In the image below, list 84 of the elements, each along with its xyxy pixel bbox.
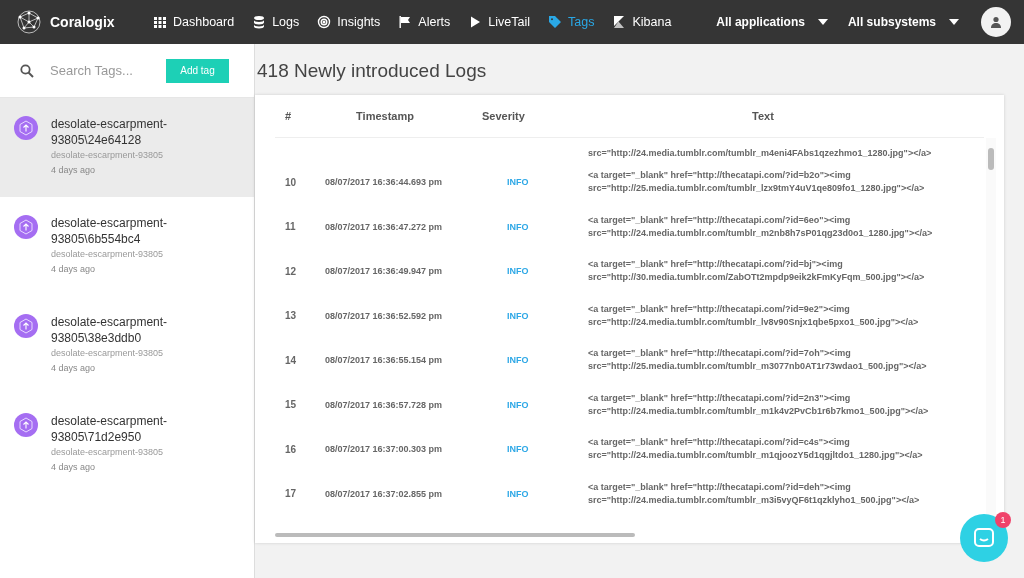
row-number: 10 (285, 176, 297, 188)
network-logo-icon (14, 9, 44, 35)
row-number: 13 (285, 310, 297, 322)
tag-application: desolate-escarpment-93805 (51, 150, 165, 160)
severity-label: INFO (507, 488, 529, 499)
tag-time: 4 days ago (51, 264, 97, 274)
nav-link[interactable]: LiveTail (461, 15, 537, 29)
log-text-cell-text: <a target="_blank" href="http://thecatapi.com/?id=deh"><img src="http://24.media.tumblr.com/tumblr_m3i5vyQF6t1qzklyho1_500.jpg"></a> (587, 480, 921, 507)
user-icon (990, 16, 1002, 28)
tag-time: 4 days ago (51, 462, 97, 472)
upload-badge-icon (14, 215, 38, 239)
target-icon (317, 15, 332, 29)
log-text-cell-text: <a target="_blank" href="http://thecatapi.com/?id=9e2"><img src="http://24.media.tumblr.com/tumblr_lv8v90Snjx1qbe5pxo1_500.jpg"></a> (587, 302, 920, 329)
tag-name: desolate-escarpment-93805\6b554bc4 (51, 215, 169, 247)
row-number: 14 (285, 354, 297, 366)
timestamp-cell: 08/07/2017 16:37:00.303 pm (325, 444, 443, 455)
user-avatar[interactable] (981, 7, 1011, 37)
upload-badge-icon (14, 116, 38, 140)
tag-list-item[interactable]: desolate-escarpment-93805\6b554bc4 desolate-escarpment-93805 4 days ago (0, 197, 254, 296)
timestamp-cell: 08/07/2017 16:36:57.728 pm (325, 399, 443, 410)
upload-badge-icon (14, 413, 38, 437)
page-title: 418 Newly introduced Logs (257, 60, 488, 83)
log-text-cell-text: <a target="_blank" href="http://thecatapi.com/?id=2n3"><img src="http://24.media.tumblr.com/tumblr_m1k4v2PvCb1r6b7kmo1_500.jpg"></a> (587, 391, 930, 418)
nav-link[interactable]: Logs (245, 15, 307, 29)
kibana-icon (612, 15, 627, 29)
column-header: Severity (481, 110, 526, 122)
timestamp-cell: 08/07/2017 16:36:44.693 pm (325, 177, 443, 188)
tag-name: desolate-escarpment-93805\38e3ddb0 (51, 314, 169, 346)
tag-application: desolate-escarpment-93805 (51, 348, 165, 358)
tag-icon (548, 15, 562, 29)
severity-label: INFO (507, 177, 529, 188)
search-icon (20, 63, 34, 78)
log-text-cell-text: <a target="_blank" href="http://thecatapi.com/?id=7oh"><img src="http://25.media.tumblr.com/tumblr_m3077nb0AT1r73wdao1_500.jpg"></a> (587, 347, 928, 374)
timestamp-cell: 08/07/2017 16:36:47.272 pm (325, 221, 443, 232)
severity-label: INFO (507, 444, 529, 455)
severity-label: INFO (507, 399, 529, 410)
grid-icon (153, 15, 167, 29)
tag-application: desolate-escarpment-93805 (51, 249, 165, 259)
log-text-cell-text: <a target="_blank" href="http://thecatapi.com/?id=c4s"><img src="http://24.media.tumblr.com/tumblr_m1qjoozY5d1qgjltdo1_1280.jpg"></a> (587, 436, 924, 463)
notification-badge: 1 (995, 512, 1011, 528)
severity-label: INFO (507, 221, 529, 232)
tag-application: desolate-escarpment-93805 (51, 447, 165, 457)
chat-icon (973, 527, 995, 549)
row-number: 15 (285, 399, 297, 411)
timestamp-cell: 08/07/2017 16:36:55.154 pm (325, 355, 443, 366)
log-text-cell-text: <a target="_blank" href="http://thecatapi.com/?id=6eo"><img src="http://24.media.tumblr.com/tumblr_m2nb8h7sP01qg23d0o1_1280.jpg"></a> (587, 213, 934, 240)
nav-link[interactable]: Insights (310, 15, 388, 29)
tag-name: desolate-escarpment-93805\24e64128 (51, 116, 169, 148)
tag-time: 4 days ago (51, 165, 97, 175)
nav-link[interactable]: Tags (541, 15, 602, 29)
vertical-scrollbar[interactable] (988, 148, 994, 170)
horizontal-scrollbar[interactable] (275, 533, 635, 537)
severity-label: INFO (507, 266, 529, 277)
database-icon (252, 15, 267, 29)
severity-label: INFO (507, 310, 529, 321)
timestamp-cell: 08/07/2017 16:37:02.855 pm (325, 488, 443, 499)
filter-dropdown[interactable]: All applications (716, 15, 828, 29)
tag-name: desolate-escarpment-93805\71d2e950 (51, 413, 169, 445)
tag-time: 4 days ago (51, 363, 97, 373)
caret-icon (949, 19, 959, 25)
nav-link[interactable]: Kibana (605, 15, 679, 29)
filter-dropdown[interactable]: All subsystems (847, 15, 959, 29)
log-text-cell-text: <a target="_blank" href="http://thecatapi.com/?id=bj"><img src="http://30.media.tumblr.com/ZabOTt2mpdp9eik2kFmKyFqm_500.jpg"></a> (587, 258, 926, 285)
caret-icon (817, 19, 828, 25)
column-header: Text (751, 110, 775, 122)
row-number: 16 (285, 443, 297, 455)
timestamp-cell: 08/07/2017 16:36:52.592 pm (325, 310, 443, 321)
tag-list-item[interactable]: desolate-escarpment-93805\24e64128 desolate-escarpment-93805 4 days ago (0, 98, 254, 197)
nav-link[interactable]: Dashboard (146, 15, 242, 29)
tag-list-item[interactable]: desolate-escarpment-93805\38e3ddb0 desolate-escarpment-93805 4 days ago (0, 296, 254, 395)
severity-label: INFO (507, 355, 529, 366)
row-number: 11 (285, 221, 296, 233)
row-number: 12 (285, 265, 297, 277)
timestamp-cell: 08/07/2017 16:36:49.947 pm (325, 266, 443, 277)
row-number: 17 (285, 488, 297, 500)
column-header: # (284, 110, 293, 122)
log-text-cell-text: src="http://24.media.tumblr.com/tumblr_m4eni4FAbs1qzezhmo1_1280.jpg"></a> (587, 147, 933, 160)
flag-icon (398, 15, 413, 29)
column-header: Timestamp (355, 110, 415, 122)
log-text-cell-text: <a target="_blank" href="http://thecatapi.com/?id=b2o"><img src="http://25.media.tumblr.com/tumblr_lzx9tmY4uV1qe809fo1_1280.jpg"></a> (587, 169, 926, 196)
nav-link[interactable]: Alerts (391, 15, 458, 29)
upload-badge-icon (14, 314, 38, 338)
tag-list-item[interactable]: desolate-escarpment-93805\71d2e950 desolate-escarpment-93805 4 days ago (0, 395, 254, 494)
brand-name: Coralogix (50, 14, 115, 30)
